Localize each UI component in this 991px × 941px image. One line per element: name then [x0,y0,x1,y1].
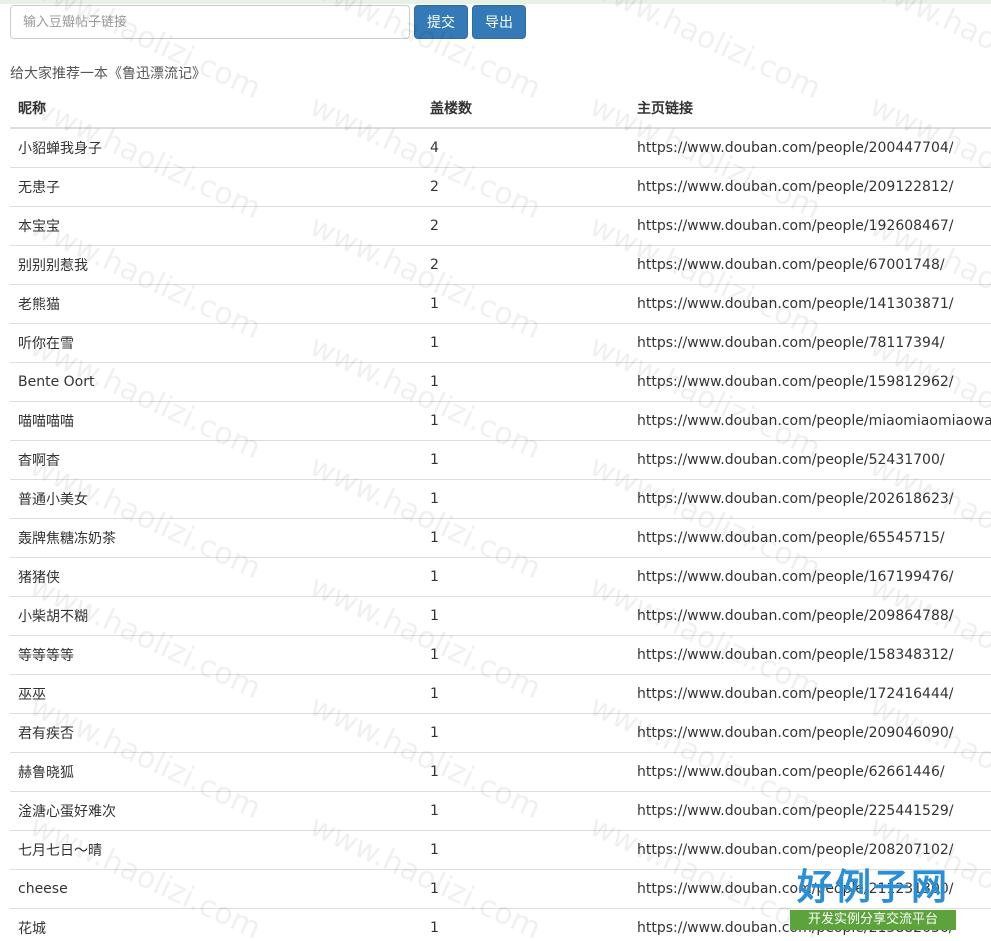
homepage-link-cell: https://www.douban.com/people/202618623/ [629,478,991,518]
nickname-cell: 轰牌焦糖冻奶茶 [10,517,422,557]
floor-count-cell: 2 [422,205,629,245]
floor-count-cell: 1 [422,907,629,941]
floor-count-cell: 1 [422,634,629,674]
nickname-cell: 巫巫 [10,673,422,713]
table-row: 杳啊杳 1 https://www.douban.com/people/524317… [10,439,991,479]
column-header-homepage: 主页链接 [629,88,991,129]
homepage-link-cell: https://www.douban.com/people/192608467/ [629,205,991,245]
nickname-cell: 杳啊杳 [10,439,422,479]
result-table: 昵称 盖楼数 主页链接 小貂蝉我身子 4 https://www.douban.co… [10,88,991,941]
homepage-link-cell: https://www.douban.com/people/miaomiaomi… [629,400,991,440]
homepage-link-cell: https://www.douban.com/people/208207102/ [629,829,991,869]
nickname-cell: 别别别惹我 [10,244,422,284]
table-row: 小貂蝉我身子 4 https://www.douban.com/people/200… [10,127,991,167]
column-header-nickname: 昵称 [10,88,422,129]
floor-count-cell: 1 [422,790,629,830]
column-header-floor-count: 盖楼数 [422,88,629,129]
floor-count-cell: 4 [422,127,629,167]
table-row: Bente Oort 1 https://www.douban.com/people… [10,361,991,401]
floor-count-cell: 1 [422,829,629,869]
floor-count-cell: 1 [422,868,629,908]
homepage-link-cell: https://www.douban.com/people/159812962/ [629,361,991,401]
nickname-cell: 淦溏心蛋好难次 [10,790,422,830]
floor-count-cell: 2 [422,166,629,206]
table-row: 七月七日～晴 1 https://www.douban.com/people/208… [10,829,991,869]
nickname-cell: 听你在雪 [10,322,422,362]
table-row: 等等等等 1 https://www.douban.com/people/15834… [10,634,991,674]
nickname-cell: 等等等等 [10,634,422,674]
table-body: 小貂蝉我身子 4 https://www.douban.com/people/200… [10,127,991,941]
table-row: 君有疾否 1 https://www.douban.com/people/20904… [10,712,991,752]
nickname-cell: 花城 [10,907,422,941]
table-row: 别别别惹我 2 https://www.douban.com/people/6700… [10,244,991,284]
homepage-link-cell: https://www.douban.com/people/67001748/ [629,244,991,284]
floor-count-cell: 2 [422,244,629,284]
nickname-cell: 猪猪侠 [10,556,422,596]
table-row: 本宝宝 2 https://www.douban.com/people/192608… [10,205,991,245]
homepage-link-cell: https://www.douban.com/people/141303871/ [629,283,991,323]
floor-count-cell: 1 [422,517,629,557]
homepage-link-cell: https://www.douban.com/people/213882636/ [629,907,991,941]
nickname-cell: 普通小美女 [10,478,422,518]
top-border [0,0,991,4]
homepage-link-cell: https://www.douban.com/people/65545715/ [629,517,991,557]
table-row: cheese 1 https://www.douban.com/people/211… [10,868,991,908]
floor-count-cell: 1 [422,478,629,518]
table-row: 听你在雪 1 https://www.douban.com/people/78117… [10,322,991,362]
homepage-link-cell: https://www.douban.com/people/52431700/ [629,439,991,479]
floor-count-cell: 1 [422,439,629,479]
table-row: 赫鲁晓狐 1 https://www.douban.com/people/62661… [10,751,991,791]
submit-button[interactable]: 提交 [414,5,468,39]
homepage-link-cell: https://www.douban.com/people/209122812/ [629,166,991,206]
homepage-link-cell: https://www.douban.com/people/209046090/ [629,712,991,752]
table-row: 普通小美女 1 https://www.douban.com/people/2026… [10,478,991,518]
export-button[interactable]: 导出 [472,5,526,39]
floor-count-cell: 1 [422,556,629,596]
table-row: 巫巫 1 https://www.douban.com/people/1724164… [10,673,991,713]
nickname-cell: 小柴胡不糊 [10,595,422,635]
floor-count-cell: 1 [422,361,629,401]
nickname-cell: 无患子 [10,166,422,206]
homepage-link-cell: https://www.douban.com/people/172416444/ [629,673,991,713]
post-title: 给大家推荐一本《鲁迅漂流记》 [10,66,206,82]
post-url-input[interactable] [10,5,410,39]
table-row: 无患子 2 https://www.douban.com/people/209122… [10,166,991,206]
homepage-link-cell: https://www.douban.com/people/225441529/ [629,790,991,830]
table-row: 猪猪侠 1 https://www.douban.com/people/167199… [10,556,991,596]
nickname-cell: 喵喵喵喵 [10,400,422,440]
nickname-cell: Bente Oort [10,361,422,401]
nickname-cell: 七月七日～晴 [10,829,422,869]
table-row: 老熊猫 1 https://www.douban.com/people/141303… [10,283,991,323]
floor-count-cell: 1 [422,751,629,791]
table-row: 喵喵喵喵 1 https://www.douban.com/people/miaom… [10,400,991,440]
homepage-link-cell: https://www.douban.com/people/211231300/ [629,868,991,908]
table-row: 花城 1 https://www.douban.com/people/2138826… [10,907,991,941]
floor-count-cell: 1 [422,283,629,323]
homepage-link-cell: https://www.douban.com/people/158348312/ [629,634,991,674]
homepage-link-cell: https://www.douban.com/people/200447704/ [629,127,991,167]
table-row: 淦溏心蛋好难次 1 https://www.douban.com/people/22… [10,790,991,830]
floor-count-cell: 1 [422,400,629,440]
nickname-cell: 君有疾否 [10,712,422,752]
nickname-cell: 小貂蝉我身子 [10,127,422,167]
homepage-link-cell: https://www.douban.com/people/62661446/ [629,751,991,791]
nickname-cell: 赫鲁晓狐 [10,751,422,791]
floor-count-cell: 1 [422,595,629,635]
table-row: 轰牌焦糖冻奶茶 1 https://www.douban.com/people/65… [10,517,991,557]
toolbar: 提交 导出 [10,5,526,39]
nickname-cell: 老熊猫 [10,283,422,323]
floor-count-cell: 1 [422,322,629,362]
table-header-row: 昵称 盖楼数 主页链接 [10,88,991,129]
floor-count-cell: 1 [422,673,629,713]
homepage-link-cell: https://www.douban.com/people/167199476/ [629,556,991,596]
homepage-link-cell: https://www.douban.com/people/78117394/ [629,322,991,362]
homepage-link-cell: https://www.douban.com/people/209864788/ [629,595,991,635]
nickname-cell: cheese [10,868,422,908]
floor-count-cell: 1 [422,712,629,752]
nickname-cell: 本宝宝 [10,205,422,245]
table-row: 小柴胡不糊 1 https://www.douban.com/people/2098… [10,595,991,635]
